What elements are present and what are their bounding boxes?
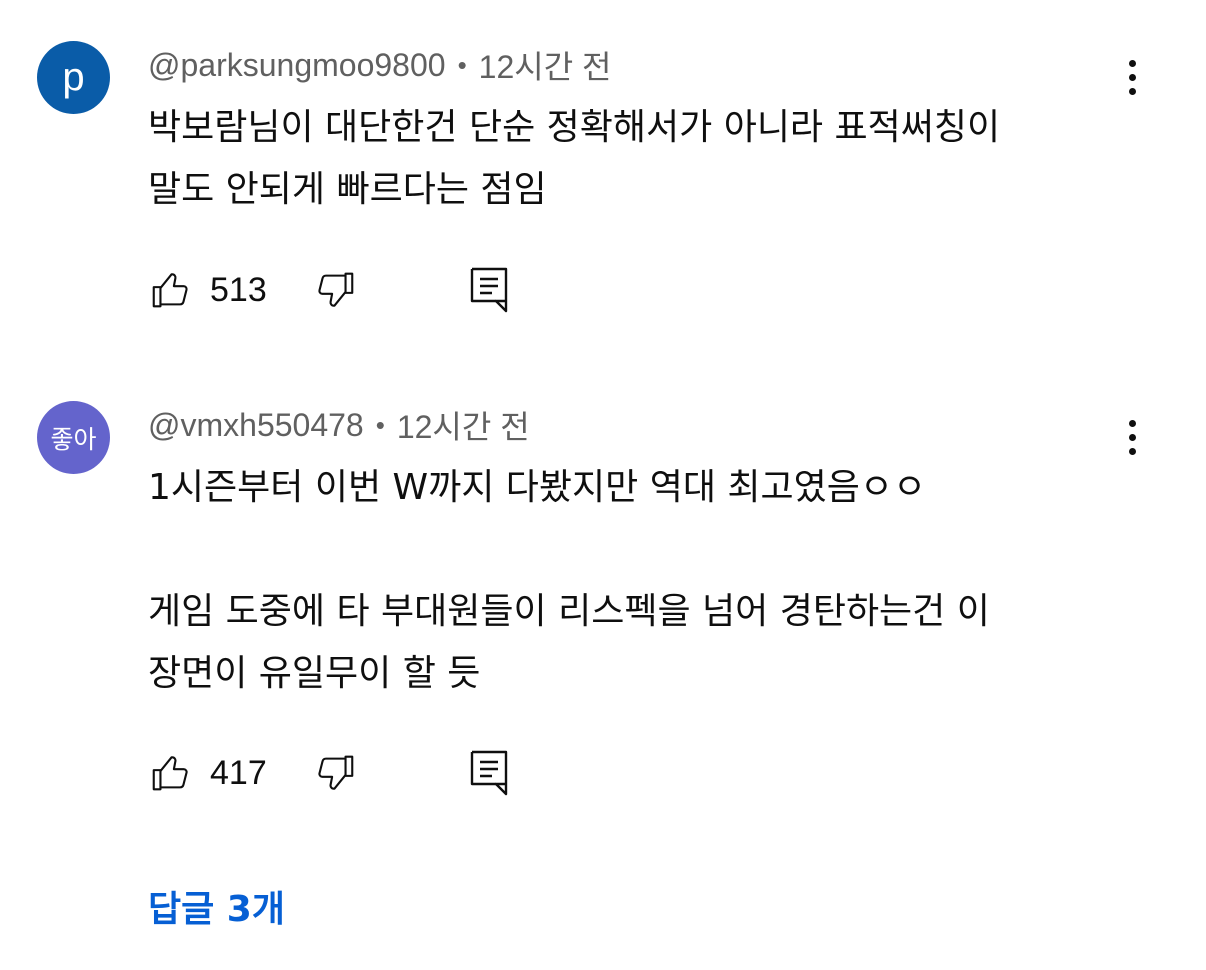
like-count: 417: [210, 753, 267, 792]
separator: •: [375, 409, 385, 440]
comment-actions: 513: [148, 265, 512, 315]
author-name[interactable]: @parksungmoo9800: [148, 47, 446, 84]
comment-text: 박보람님이 대단한건 단순 정확해서가 아니라 표적써칭이 말도 안되게 빠르다…: [148, 107, 1001, 210]
timestamp[interactable]: 12시간 전: [397, 402, 530, 448]
avatar[interactable]: 좋아: [37, 401, 110, 474]
avatar[interactable]: p: [37, 41, 110, 114]
author-name[interactable]: @vmxh550478: [148, 407, 364, 444]
thumbs-down-icon[interactable]: [312, 750, 358, 796]
separator: •: [457, 49, 467, 80]
view-replies-link[interactable]: 답글 3개: [148, 880, 285, 932]
comment-text: 1시즌부터 이번 W까지 다봤지만 역대 최고였음ㅇㅇ 게임 도중에 타 부대원…: [148, 467, 990, 694]
like-count: 513: [210, 270, 267, 309]
thumbs-up-icon[interactable]: [148, 267, 194, 313]
timestamp[interactable]: 12시간 전: [479, 42, 612, 88]
comment-header: @parksungmoo9800 • 12시간 전: [148, 42, 612, 88]
avatar-letter: p: [62, 55, 85, 99]
more-vert-icon[interactable]: [1112, 52, 1152, 102]
thumbs-up-icon[interactable]: [148, 750, 194, 796]
thumbs-down-icon[interactable]: [312, 267, 358, 313]
comment-header: @vmxh550478 • 12시간 전: [148, 402, 530, 448]
reply-icon[interactable]: [468, 265, 512, 315]
avatar-letter: 좋아: [50, 424, 97, 454]
more-vert-icon[interactable]: [1112, 412, 1152, 462]
comment-actions: 417: [148, 748, 512, 798]
reply-icon[interactable]: [468, 748, 512, 798]
